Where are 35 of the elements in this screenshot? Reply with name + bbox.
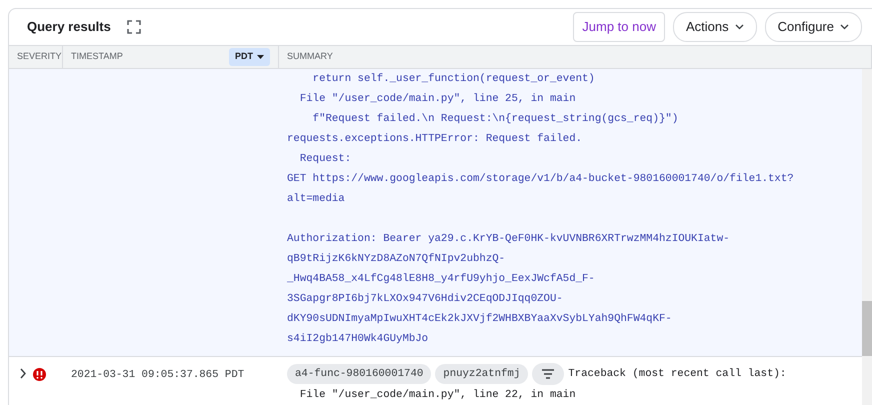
- column-header: SUMMARY: [287, 50, 333, 64]
- column-header: SEVERITY: [17, 50, 62, 64]
- log-line: return self._user_function(request_or_event): [312, 72, 596, 87]
- log-line: requests.exceptions.HTTPError: Request failed.: [287, 132, 584, 147]
- summary-text: File "/user_code/main.py", line 22, in main: [298, 388, 577, 403]
- timezone-button[interactable]: PDT: [229, 48, 270, 66]
- log-line: Request:: [298, 152, 352, 167]
- log-line: 3SGapgr8PI6bj7kLXOx947V6Hdiv2CEqODJIqq0ZOU-: [287, 292, 564, 307]
- log-line: GET https://www.googleapis.com/storage/v1/b/a4-bucket-980160001740/o/file1.txt?: [287, 172, 794, 187]
- jump-button[interactable]: Jump to now: [573, 12, 665, 42]
- lines-icon: [542, 369, 554, 379]
- label-chip[interactable]: pnuyz2atnfmj: [435, 364, 528, 384]
- panel-title: Query results: [27, 18, 111, 36]
- dropdown-arrow-icon: [257, 55, 264, 59]
- column-header: TIMESTAMP: [71, 50, 123, 64]
- expand-icon[interactable]: [19, 368, 27, 379]
- chevron-down-icon: [734, 24, 744, 30]
- log-line: f"Request failed.\n Request:\n{request_string(gcs_req)}"): [312, 112, 680, 127]
- log-line: s4iI2gb147H0Wk4GUyMbJo: [287, 332, 430, 347]
- fullscreen-icon[interactable]: [126, 20, 141, 34]
- log-line: dKY90sUDNImyaMpIwuXHT4cEk2kJXVjf2WHBXBYaaXvSybLYah9QhFW4qKF-: [287, 312, 673, 327]
- chevron-down-icon: [840, 24, 849, 30]
- error-icon: [33, 368, 46, 381]
- scrollbar[interactable]: [862, 69, 872, 405]
- menu-button[interactable]: Actions: [672, 12, 757, 42]
- log-line: _Hwq4BA58_x4LfCg48lE8H8_y4rfU9yhjo_EexJWcfA5d_F-: [287, 272, 596, 287]
- log-line: Authorization: Bearer ya29.c.KrYB-QeF0HK-kvUVNBR6XRTrwzMM4hzIOUKIatw-: [287, 232, 731, 247]
- log-line: qB9tRijzK6kNYzD8AZoN7QfNIpv2ubhzQ-: [287, 252, 506, 267]
- summary-text: Traceback (most recent call last):: [568, 367, 786, 382]
- label-chip[interactable]: a4-func-980160001740: [287, 364, 432, 384]
- menu-button[interactable]: Configure: [764, 12, 862, 42]
- timestamp: 2021-03-31 09:05:37.865 PDT: [70, 368, 246, 383]
- log-line: alt=media: [287, 192, 346, 207]
- summary-fields-button[interactable]: [532, 363, 564, 385]
- log-line: File "/user_code/main.py", line 25, in main: [298, 92, 577, 107]
